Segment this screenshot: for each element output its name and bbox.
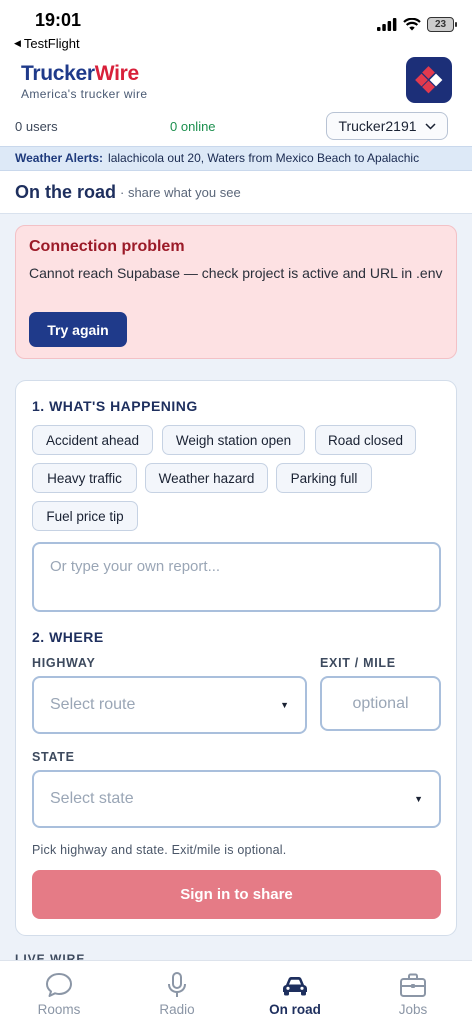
brand-name-part2: Wire — [94, 62, 139, 85]
brand-name-part1: Trucker — [21, 62, 95, 85]
battery-icon: 23 — [427, 17, 457, 32]
tagline: America's trucker wire — [21, 87, 148, 101]
chevron-down-icon — [425, 122, 436, 130]
report-form: 1. WHAT'S HAPPENING Accident ahead Weigh… — [15, 380, 457, 936]
online-count: 0 online — [170, 119, 216, 134]
briefcase-icon — [400, 973, 426, 997]
section-header: On the road · share what you see — [0, 172, 472, 214]
highway-select-placeholder: Select route — [50, 696, 136, 713]
handle-label: Trucker2191 — [338, 118, 417, 134]
state-label: STATE — [32, 750, 75, 764]
tab-label: Jobs — [398, 1002, 428, 1017]
tab-radio[interactable]: Radio — [118, 961, 236, 1024]
exit-mile-label: EXIT / MILE — [320, 656, 396, 670]
tab-label: On road — [269, 1002, 321, 1017]
back-app-label: TestFlight — [23, 36, 80, 51]
ticker-text: lalachicola out 20, Waters from Mexico B… — [108, 151, 420, 165]
exit-mile-input[interactable]: optional — [320, 676, 441, 731]
page-title: On the road — [15, 182, 117, 202]
back-arrow-icon: ◀ — [14, 38, 21, 48]
brand-name: TruckerWire — [21, 62, 147, 86]
chip-parking-full[interactable]: Parking full — [276, 463, 372, 493]
signal-icon — [377, 18, 397, 31]
bottom-tab-bar: Rooms Radio On road Jobs — [0, 960, 472, 1024]
chip-fuel-price-tip[interactable]: Fuel price tip — [32, 501, 138, 531]
error-title: Connection problem — [29, 238, 185, 255]
system-icons: 23 — [377, 17, 457, 32]
chip-weather-hazard[interactable]: Weather hazard — [145, 463, 268, 493]
dropdown-caret-icon: ▼ — [414, 794, 423, 804]
chip-heavy-traffic[interactable]: Heavy traffic — [32, 463, 137, 493]
ticker-label: Weather Alerts: — [15, 151, 104, 165]
tab-on-road[interactable]: On road — [236, 961, 354, 1024]
weather-alert-ticker: Weather Alerts: lalachicola out 20, Water… — [0, 146, 472, 171]
user-count: 0 users — [15, 119, 58, 134]
handle-selector[interactable]: Trucker2191 — [326, 112, 448, 140]
tab-label: Radio — [159, 1002, 195, 1017]
clock: 19:01 — [35, 10, 82, 30]
try-again-button[interactable]: Try again — [29, 312, 127, 347]
page-subtitle: · share what you see — [120, 185, 241, 200]
brand: TruckerWire America's trucker wire — [21, 62, 147, 101]
dropdown-caret-icon: ▼ — [280, 700, 289, 710]
status-bar: 19:01 ◀ TestFlight 23 — [0, 0, 472, 54]
wifi-icon — [403, 18, 421, 31]
tab-rooms[interactable]: Rooms — [0, 961, 118, 1024]
chat-bubble-icon — [46, 973, 72, 997]
step-what-label: 1. WHAT'S HAPPENING — [32, 398, 198, 414]
step-where-label: 2. WHERE — [32, 629, 104, 645]
sign-in-to-share-button[interactable]: Sign in to share — [32, 870, 441, 919]
state-select-placeholder: Select state — [50, 790, 134, 807]
error-message: Cannot reach Supabase — check project is… — [29, 265, 443, 281]
highway-label: HIGHWAY — [32, 656, 96, 670]
live-wire-label: LIVE WIRE — [15, 952, 86, 960]
connection-error-card: Connection problem Cannot reach Supabase… — [15, 225, 457, 359]
highway-select[interactable]: Select route ▼ — [32, 676, 307, 734]
app-logo-icon[interactable] — [406, 57, 452, 103]
chip-road-closed[interactable]: Road closed — [315, 425, 416, 455]
chip-weigh-station-open[interactable]: Weigh station open — [162, 425, 305, 455]
stats-row: 0 users 0 online Trucker2191 — [0, 110, 472, 142]
main-content: Connection problem Cannot reach Supabase… — [0, 214, 472, 960]
logo-mark-icon — [415, 66, 443, 94]
tab-jobs[interactable]: Jobs — [354, 961, 472, 1024]
custom-report-input[interactable]: Or type your own report... — [32, 542, 441, 612]
chip-accident-ahead[interactable]: Accident ahead — [32, 425, 153, 455]
tab-label: Rooms — [37, 1002, 81, 1017]
car-icon — [283, 977, 307, 996]
form-hint: Pick highway and state. Exit/mile is opt… — [32, 843, 287, 857]
microphone-icon — [168, 972, 186, 997]
back-to-app-link[interactable]: ◀ TestFlight — [14, 36, 80, 51]
state-select[interactable]: Select state ▼ — [32, 770, 441, 828]
